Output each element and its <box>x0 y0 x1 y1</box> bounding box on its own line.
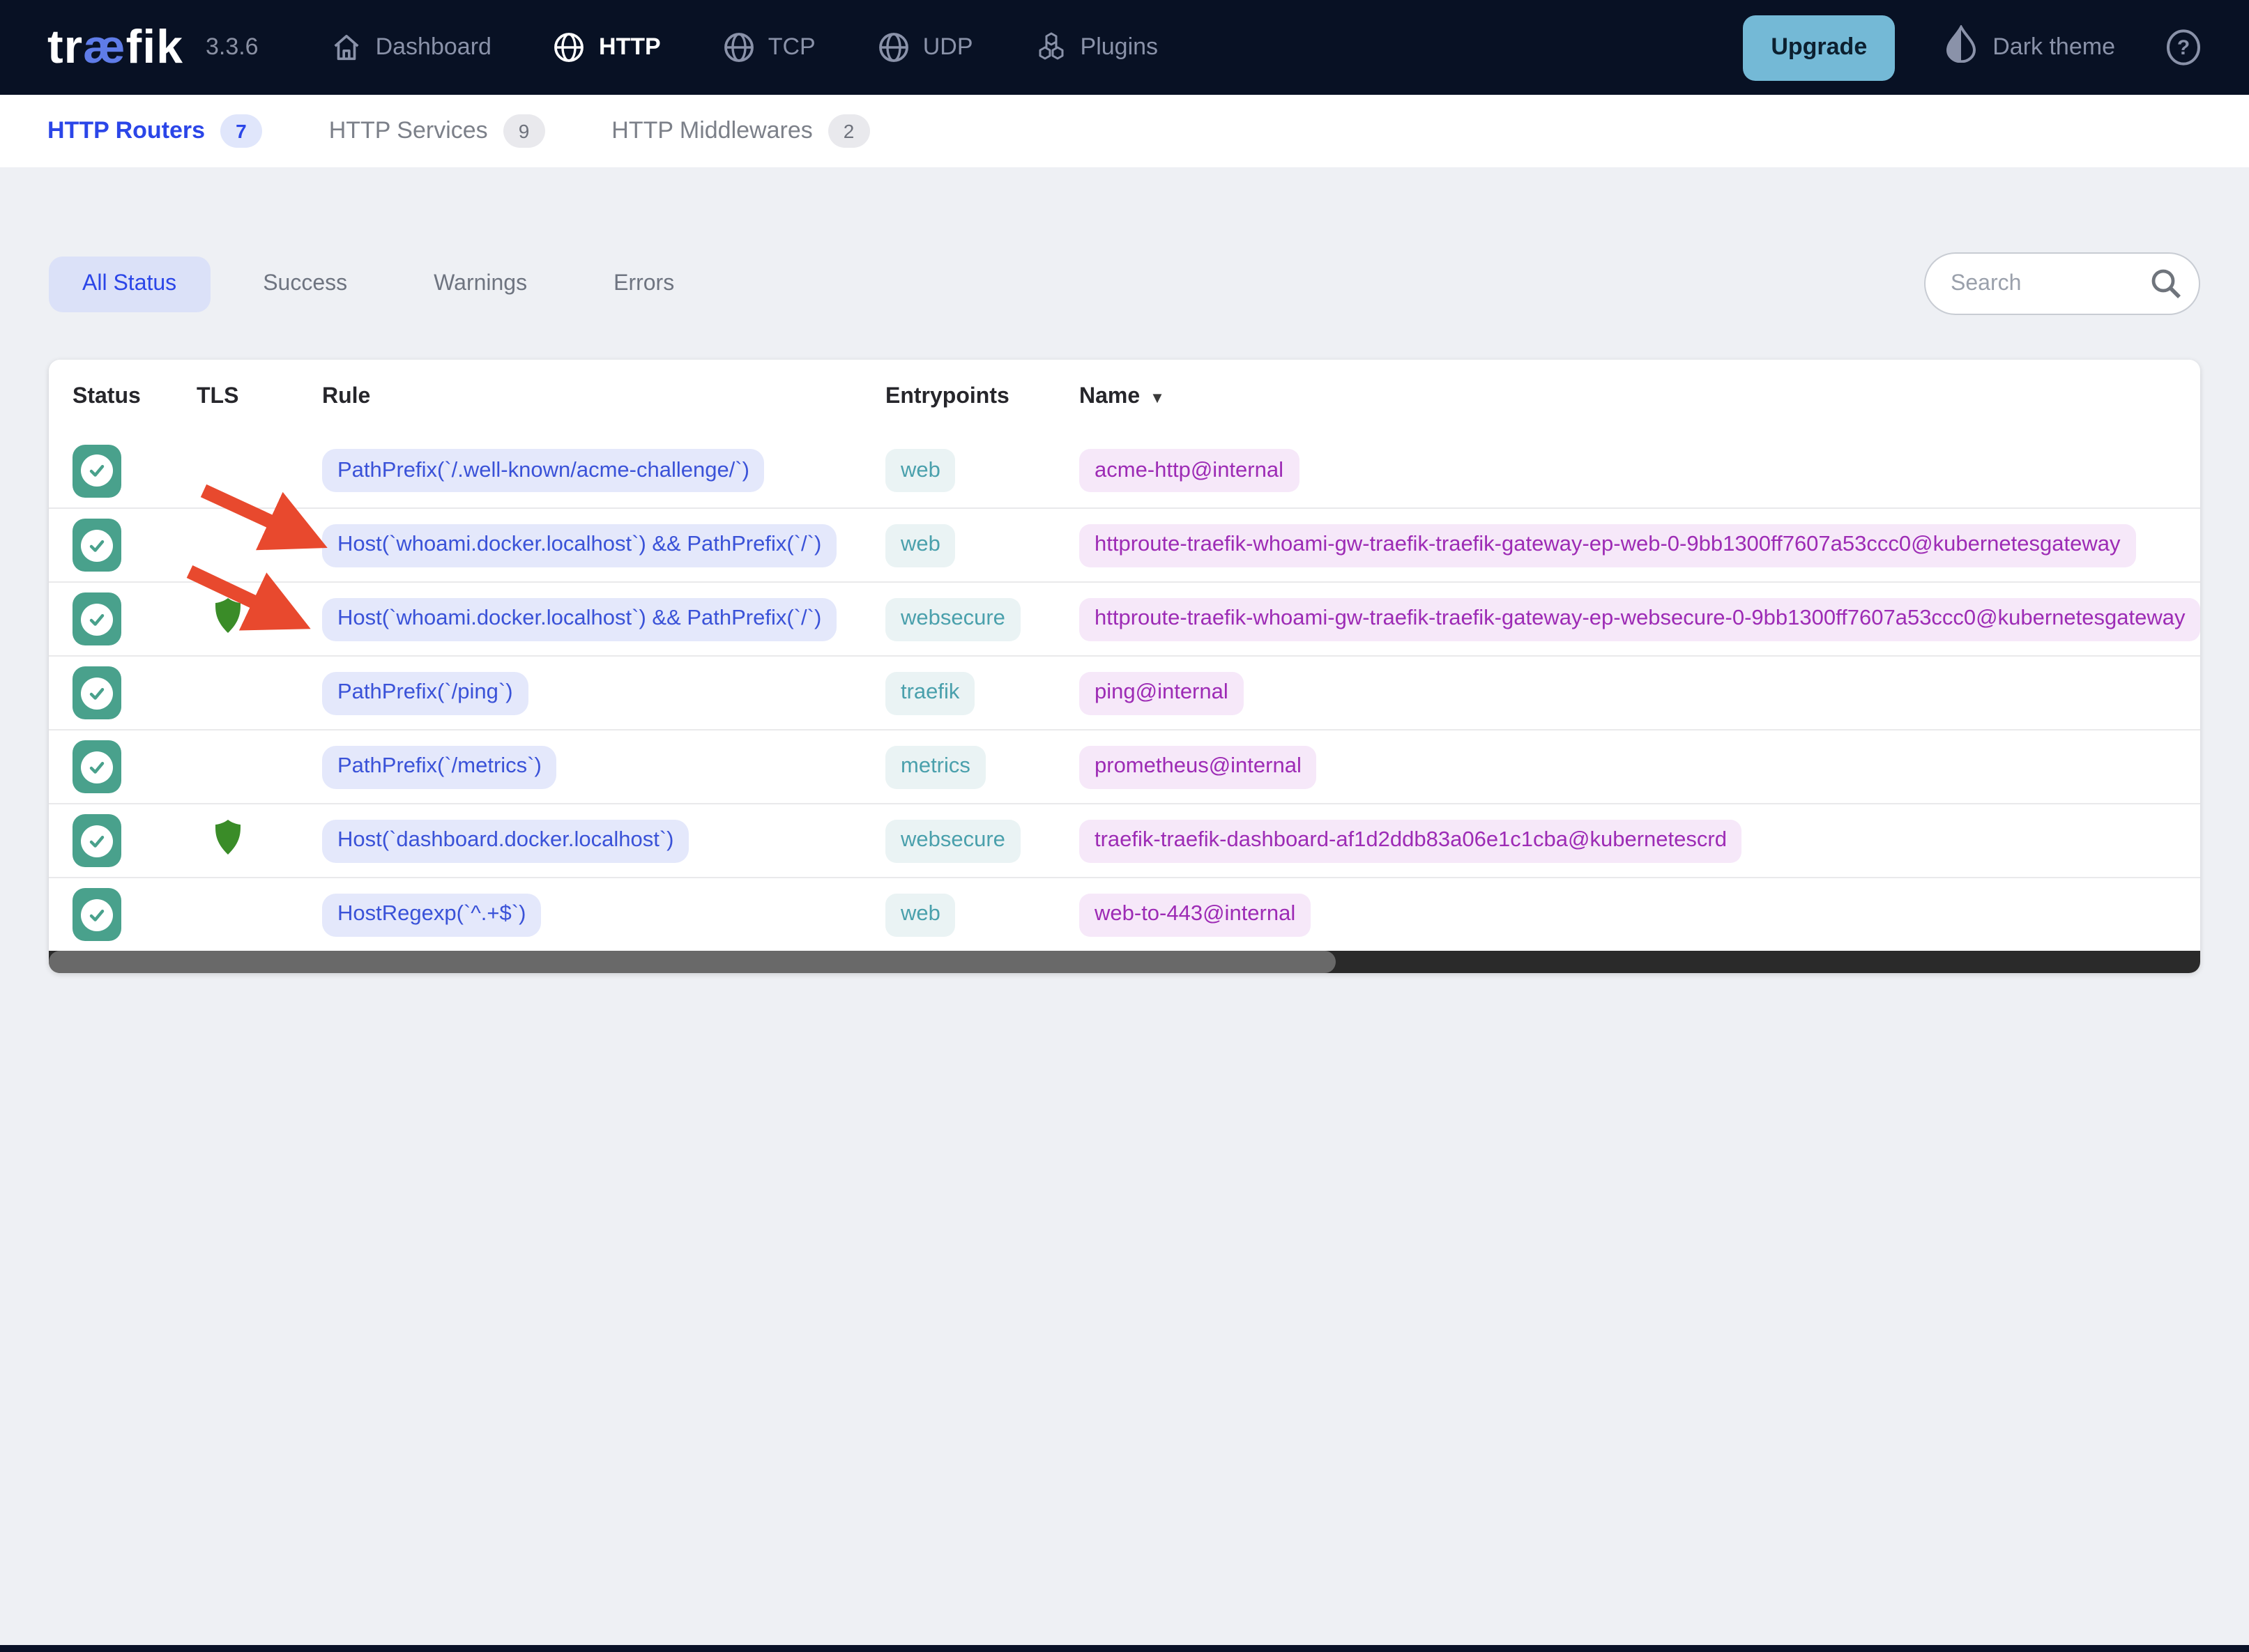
tls-shield-icon <box>213 597 243 634</box>
table-row[interactable]: Host(`dashboard.docker.localhost`) webse… <box>49 803 2200 877</box>
logo-ae: æ <box>83 20 126 73</box>
table-row[interactable]: PathPrefix(`/ping`) traefik ping@interna… <box>49 655 2200 729</box>
content-area: All Status Success Warnings Errors Status T… <box>0 252 2249 973</box>
globe-icon <box>722 31 756 64</box>
help-icon[interactable]: ? <box>2165 29 2202 66</box>
status-enabled-icon <box>73 666 121 719</box>
entrypoint-badge: web <box>885 893 956 936</box>
globe-icon <box>553 31 586 64</box>
rule-badge[interactable]: Host(`dashboard.docker.localhost`) <box>322 819 689 862</box>
traefik-dashboard-page: tr æ fik 3.3.6 Dashboard HTTP TCP UDP Plugins … <box>0 0 2249 1652</box>
rule-badge[interactable]: HostRegexp(`^.+$`) <box>322 893 542 936</box>
column-header-status[interactable]: Status <box>49 384 197 409</box>
sort-desc-icon: ▼ <box>1150 390 1165 406</box>
filter-warnings[interactable]: Warnings <box>400 257 561 312</box>
home-icon <box>331 31 363 63</box>
tab-http-services[interactable]: HTTP Services 9 <box>329 114 545 148</box>
globe-icon <box>877 31 910 64</box>
nav-item-tcp[interactable]: TCP <box>722 31 816 64</box>
entrypoint-badge: websecure <box>885 597 1021 641</box>
status-enabled-icon <box>73 519 121 572</box>
traefik-logo[interactable]: tr æ fik <box>47 20 183 75</box>
rule-badge[interactable]: Host(`whoami.docker.localhost`) && PathP… <box>322 597 837 641</box>
status-filters: All Status Success Warnings Errors <box>49 257 708 312</box>
bottom-edge-bar <box>0 1645 2249 1652</box>
logo-text: fik <box>125 20 183 73</box>
top-navbar: tr æ fik 3.3.6 Dashboard HTTP TCP UDP Plugins … <box>0 0 2249 95</box>
filter-success[interactable]: Success <box>229 257 381 312</box>
search-input[interactable] <box>1924 252 2200 315</box>
tls-shield-icon <box>213 818 243 856</box>
contrast-droplet-icon <box>1945 24 1977 70</box>
entrypoint-badge: web <box>885 449 956 492</box>
table-row[interactable]: PathPrefix(`/.well-known/acme-challenge/… <box>49 434 2200 507</box>
nav-item-plugins[interactable]: Plugins <box>1035 31 1158 64</box>
version-label: 3.3.6 <box>205 33 259 60</box>
entrypoint-badge: traefik <box>885 671 975 714</box>
name-badge: httproute-traefik-whoami-gw-traefik-trae… <box>1079 597 2200 641</box>
main-nav: Dashboard HTTP TCP UDP Plugins <box>331 31 1158 64</box>
status-enabled-icon <box>73 740 121 793</box>
name-badge: acme-http@internal <box>1079 449 1299 492</box>
rule-badge[interactable]: PathPrefix(`/metrics`) <box>322 745 557 788</box>
entrypoint-badge: metrics <box>885 745 986 788</box>
scrollbar-thumb[interactable] <box>49 951 1336 973</box>
horizontal-scrollbar[interactable] <box>49 951 2200 973</box>
rule-badge[interactable]: Host(`whoami.docker.localhost`) && PathP… <box>322 523 837 567</box>
filter-errors[interactable]: Errors <box>580 257 708 312</box>
name-badge: web-to-443@internal <box>1079 893 1311 936</box>
routers-table: Status TLS Rule Entrypoints Name ▼ PathPr… <box>49 360 2200 973</box>
nav-item-http[interactable]: HTTP <box>553 31 661 64</box>
name-badge: ping@internal <box>1079 671 1244 714</box>
logo-text: tr <box>47 20 84 73</box>
tab-http-routers[interactable]: HTTP Routers 7 <box>47 114 262 148</box>
table-row[interactable]: Host(`whoami.docker.localhost`) && PathP… <box>49 581 2200 655</box>
name-badge: httproute-traefik-whoami-gw-traefik-trae… <box>1079 523 2136 567</box>
table-row[interactable]: PathPrefix(`/metrics`) metrics prometheu… <box>49 729 2200 803</box>
dark-theme-label: Dark theme <box>1992 33 2115 60</box>
rule-badge[interactable]: PathPrefix(`/ping`) <box>322 671 528 714</box>
name-badge: prometheus@internal <box>1079 745 1317 788</box>
tab-http-middlewares[interactable]: HTTP Middlewares 2 <box>611 114 870 148</box>
status-filter-row: All Status Success Warnings Errors <box>49 252 2200 315</box>
dark-theme-toggle[interactable]: Dark theme <box>1945 24 2115 70</box>
tab-count-badge: 2 <box>828 114 870 148</box>
table-header-row: Status TLS Rule Entrypoints Name ▼ <box>49 360 2200 434</box>
entrypoint-badge: web <box>885 523 956 567</box>
status-enabled-icon <box>73 444 121 497</box>
column-header-tls[interactable]: TLS <box>197 384 322 409</box>
column-header-rule[interactable]: Rule <box>322 384 885 409</box>
entrypoint-badge: websecure <box>885 819 1021 862</box>
tab-count-badge: 7 <box>220 114 262 148</box>
table-body: PathPrefix(`/.well-known/acme-challenge/… <box>49 434 2200 951</box>
svg-text:?: ? <box>2177 36 2190 59</box>
status-enabled-icon <box>73 814 121 867</box>
name-badge: traefik-traefik-dashboard-af1d2ddb83a06e… <box>1079 819 1742 862</box>
nav-item-dashboard[interactable]: Dashboard <box>331 31 491 63</box>
column-header-name[interactable]: Name ▼ <box>1079 384 2200 409</box>
upgrade-button[interactable]: Upgrade <box>1743 15 1896 80</box>
filter-all-status[interactable]: All Status <box>49 257 211 312</box>
nav-item-udp[interactable]: UDP <box>877 31 973 64</box>
status-enabled-icon <box>73 888 121 941</box>
table-row[interactable]: Host(`whoami.docker.localhost`) && PathP… <box>49 507 2200 581</box>
table-row[interactable]: HostRegexp(`^.+$`) web web-to-443@intern… <box>49 877 2200 951</box>
tab-count-badge: 9 <box>503 114 545 148</box>
navbar-right: Upgrade Dark theme ? <box>1743 15 2202 80</box>
section-tabs: HTTP Routers 7 HTTP Services 9 HTTP Middlewa… <box>0 95 2249 167</box>
cubes-icon <box>1035 31 1068 64</box>
column-header-entrypoints[interactable]: Entrypoints <box>885 384 1079 409</box>
search-box <box>1924 252 2200 315</box>
status-enabled-icon <box>73 592 121 645</box>
rule-badge[interactable]: PathPrefix(`/.well-known/acme-challenge/… <box>322 449 765 492</box>
